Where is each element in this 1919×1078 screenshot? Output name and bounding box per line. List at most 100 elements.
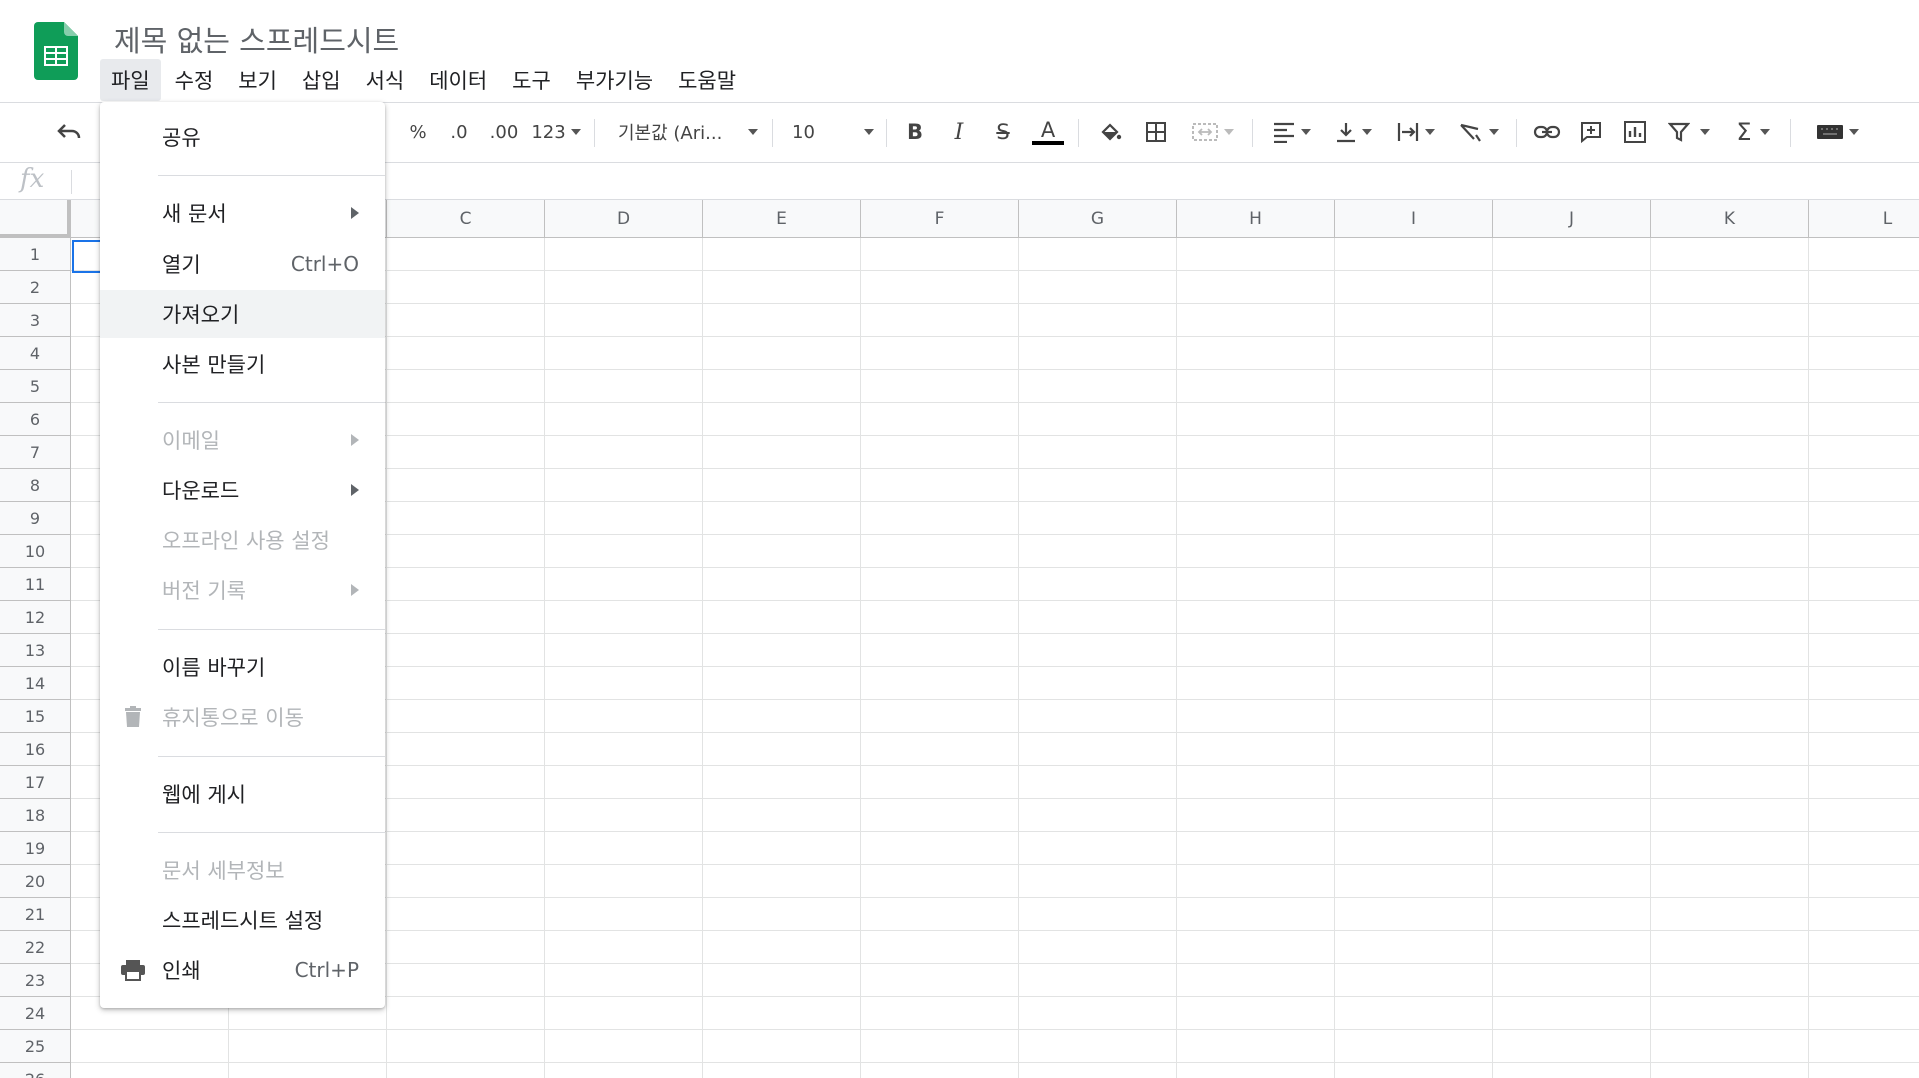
number-format-label: 123 [531,121,566,143]
toolbar-divider [1078,119,1079,147]
percent-format-button[interactable]: % [404,113,432,151]
menu-item-import[interactable]: 가져오기 [100,290,385,338]
row-header[interactable]: 16 [0,733,70,766]
menu-item-share[interactable]: 공유 [100,113,385,161]
app-header: 제목 없는 스프레드시트 파일 수정 보기 삽입 서식 데이터 도구 부가기능 … [0,0,1919,102]
row-header[interactable]: 4 [0,337,70,370]
menu-format[interactable]: 서식 [355,59,416,101]
row-header[interactable]: 17 [0,766,70,799]
row-header[interactable]: 12 [0,601,70,634]
more-formats-button[interactable]: 123 [530,113,582,151]
menu-item-email[interactable]: 이메일 [100,416,385,464]
sheets-logo-icon[interactable] [34,22,78,80]
horizontal-align-icon[interactable] [1266,113,1316,151]
chevron-down-icon [748,129,758,135]
row-header[interactable]: 21 [0,898,70,931]
insert-link-icon[interactable] [1530,113,1564,151]
font-family-value: 기본값 (Ari... [618,123,723,144]
row-header[interactable]: 9 [0,502,70,535]
font-family-select[interactable]: 기본값 (Ari... [618,113,758,151]
menu-item-move-to-trash[interactable]: 휴지통으로 이동 [100,693,385,741]
borders-icon[interactable] [1140,113,1172,151]
column-header[interactable]: H [1177,200,1335,238]
row-header[interactable]: 3 [0,304,70,337]
menu-addons[interactable]: 부가기능 [565,59,664,101]
text-rotation-icon[interactable] [1452,113,1504,151]
functions-icon[interactable]: Σ [1728,113,1778,151]
fill-color-icon[interactable] [1094,113,1126,151]
menu-item-label: 새 문서 [162,202,227,226]
row-header[interactable]: 22 [0,931,70,964]
filter-icon[interactable] [1662,113,1716,151]
column-header[interactable]: C [387,200,545,238]
menu-item-offline[interactable]: 오프라인 사용 설정 [100,516,385,564]
menu-item-label: 다운로드 [162,479,240,503]
row-header[interactable]: 8 [0,469,70,502]
menu-data[interactable]: 데이터 [418,59,498,101]
row-header[interactable]: 1 [0,238,70,271]
decrease-decimal-button[interactable]: .0 [442,113,476,151]
row-header[interactable]: 26 [0,1063,70,1078]
increase-decimal-button[interactable]: .00 [484,113,524,151]
row-header[interactable]: 19 [0,832,70,865]
menu-edit[interactable]: 수정 [164,59,225,101]
menu-item-rename[interactable]: 이름 바꾸기 [100,643,385,691]
column-header[interactable]: F [861,200,1019,238]
column-header[interactable]: K [1651,200,1809,238]
column-header[interactable]: I [1335,200,1493,238]
menu-item-new-document[interactable]: 새 문서 [100,189,385,237]
menu-insert[interactable]: 삽입 [291,59,352,101]
trash-icon [120,704,146,730]
menu-item-publish-to-web[interactable]: 웹에 게시 [100,770,385,818]
row-header[interactable]: 5 [0,370,70,403]
column-header[interactable]: J [1493,200,1651,238]
document-title[interactable]: 제목 없는 스프레드시트 [114,18,399,60]
row-header[interactable]: 20 [0,865,70,898]
row-header[interactable]: 24 [0,997,70,1030]
row-header[interactable]: 15 [0,700,70,733]
menu-item-make-copy[interactable]: 사본 만들기 [100,340,385,388]
row-header[interactable]: 25 [0,1030,70,1063]
column-header[interactable]: G [1019,200,1177,238]
menu-item-download[interactable]: 다운로드 [100,466,385,514]
chevron-down-icon [864,129,874,135]
insert-comment-icon[interactable] [1574,113,1608,151]
row-header[interactable]: 14 [0,667,70,700]
undo-icon[interactable] [52,113,86,151]
menu-item-open[interactable]: 열기 Ctrl+O [100,240,385,288]
merge-cells-icon[interactable] [1184,113,1240,151]
input-tools-icon[interactable] [1808,113,1866,151]
row-header[interactable]: 13 [0,634,70,667]
menu-item-label: 오프라인 사용 설정 [162,529,330,553]
italic-icon[interactable]: I [944,113,974,151]
text-wrap-icon[interactable] [1390,113,1440,151]
menu-tools[interactable]: 도구 [501,59,562,101]
row-header[interactable]: 2 [0,271,70,304]
menu-item-document-details[interactable]: 문서 세부정보 [100,846,385,894]
menu-bar: 파일 수정 보기 삽입 서식 데이터 도구 부가기능 도움말 [100,59,750,101]
row-header[interactable]: 18 [0,799,70,832]
menu-item-print[interactable]: 인쇄 Ctrl+P [100,946,385,994]
insert-chart-icon[interactable] [1618,113,1652,151]
bold-icon[interactable]: B [900,113,930,151]
column-header[interactable]: L [1809,200,1919,238]
menu-help[interactable]: 도움말 [667,59,747,101]
column-header[interactable]: E [703,200,861,238]
menu-file[interactable]: 파일 [100,59,161,101]
row-header[interactable]: 11 [0,568,70,601]
menu-item-version-history[interactable]: 버전 기록 [100,566,385,614]
vertical-align-icon[interactable] [1328,113,1378,151]
decrease-decimal-label: .0 [450,121,468,143]
row-header[interactable]: 7 [0,436,70,469]
menu-item-spreadsheet-settings[interactable]: 스프레드시트 설정 [100,896,385,944]
row-header[interactable]: 10 [0,535,70,568]
column-header[interactable]: D [545,200,703,238]
menu-view[interactable]: 보기 [227,59,288,101]
text-color-icon[interactable]: A [1030,113,1066,151]
row-header[interactable]: 23 [0,964,70,997]
select-all-corner[interactable] [0,200,71,238]
menu-item-label: 가져오기 [162,303,240,327]
font-size-select[interactable]: 10 [792,113,874,151]
row-header[interactable]: 6 [0,403,70,436]
strikethrough-icon[interactable]: S [988,113,1018,151]
